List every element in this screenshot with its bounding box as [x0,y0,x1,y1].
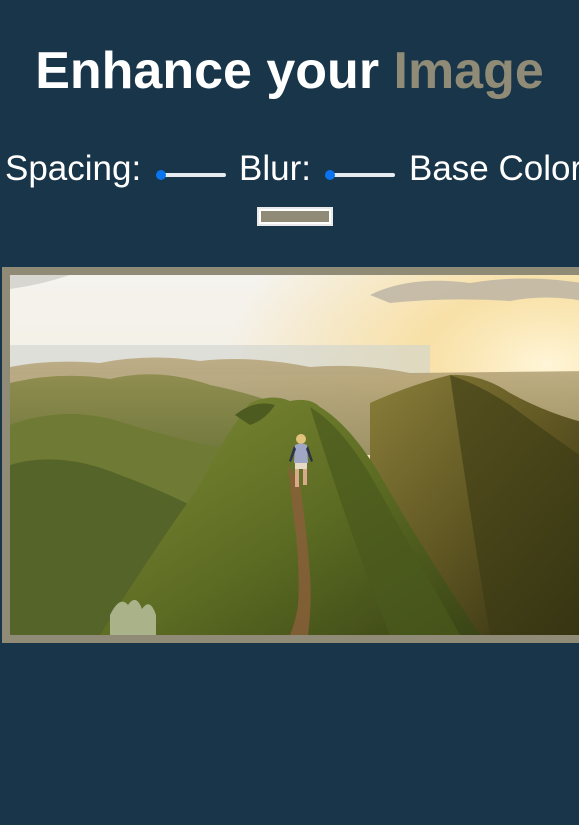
base-color-label: Base Color: [409,149,579,188]
base-color-picker[interactable] [257,207,333,226]
image-frame [2,267,579,643]
base-color-swatch[interactable] [261,211,329,222]
blur-label: Blur: [239,149,311,188]
page-title: Enhance your Image [0,38,579,104]
spacing-slider-track[interactable] [161,173,226,177]
spacing-label: Spacing: [5,149,142,188]
page-root: { "header": { "title_main": "Enhance you… [0,0,579,825]
spacing-slider-thumb[interactable] [156,170,166,180]
title-highlight: Image [393,42,544,100]
blur-slider-thumb[interactable] [325,170,335,180]
mountain-hiker-photo [10,275,579,635]
blur-slider-track[interactable] [330,173,395,177]
spacing-slider[interactable] [156,170,226,180]
blur-slider[interactable] [325,170,395,180]
title-main: Enhance your [35,42,394,100]
